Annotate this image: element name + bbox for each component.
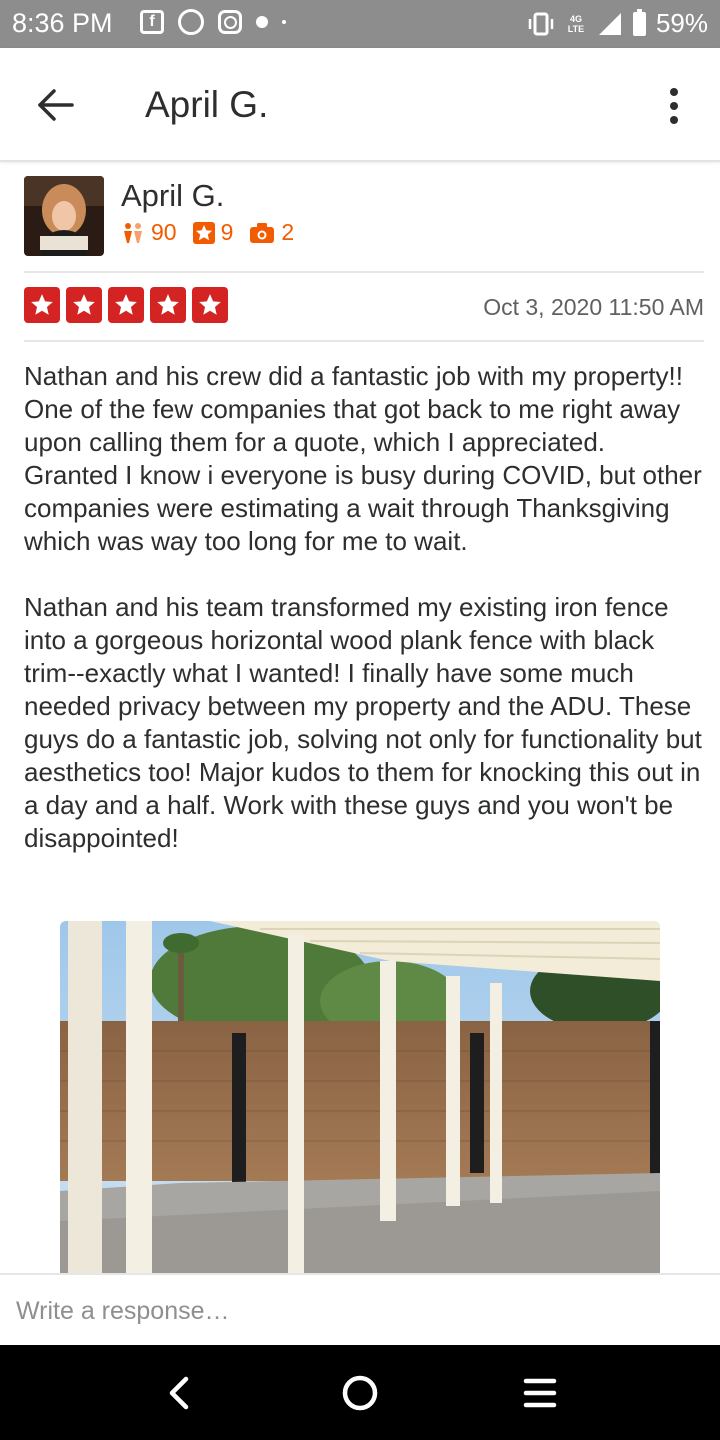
star-icon xyxy=(66,287,102,323)
status-bar: 8:36 PM f 4G LTE 59% xyxy=(0,0,720,48)
reviews-stat: 9 xyxy=(192,219,234,246)
review-photo[interactable] xyxy=(60,921,660,1273)
star-icon xyxy=(192,287,228,323)
instagram-icon xyxy=(218,10,242,34)
camera-icon xyxy=(250,222,275,243)
photos-count: 2 xyxy=(281,219,295,245)
facebook-icon: f xyxy=(140,10,164,34)
photos-stat: 2 xyxy=(249,219,294,246)
response-input[interactable] xyxy=(16,1293,696,1329)
battery-icon xyxy=(632,8,646,36)
review-star-icon xyxy=(192,221,215,244)
page-title: April G. xyxy=(145,84,269,125)
star-icon xyxy=(108,287,144,323)
response-bar xyxy=(0,1273,720,1347)
nav-menu-icon[interactable] xyxy=(516,1369,564,1417)
friends-count: 90 xyxy=(151,219,177,245)
star-icon xyxy=(150,287,186,323)
vibrate-icon xyxy=(528,12,554,35)
review-date: Oct 3, 2020 11:50 AM xyxy=(483,294,704,320)
network-label: 4G LTE xyxy=(567,13,585,34)
status-right: 4G LTE 59% xyxy=(527,8,708,39)
star-icon xyxy=(24,287,60,323)
back-arrow-icon[interactable] xyxy=(36,85,76,125)
nav-back-icon[interactable] xyxy=(156,1369,204,1417)
battery-percent: 59% xyxy=(655,8,708,38)
friends-icon xyxy=(124,222,142,243)
reviews-count: 9 xyxy=(220,219,234,245)
review-paragraph: Nathan and his crew did a fantastic job … xyxy=(24,361,702,556)
status-time: 8:36 PM xyxy=(12,8,113,38)
notification-small-dot-icon xyxy=(282,20,286,24)
friends-stat: 90 xyxy=(121,219,177,246)
notification-icons: f xyxy=(140,9,286,35)
system-nav-bar xyxy=(0,1345,720,1440)
review-paragraph: Nathan and his team transformed my exist… xyxy=(24,592,702,853)
star-rating xyxy=(24,287,228,323)
divider xyxy=(24,340,704,342)
avatar[interactable] xyxy=(24,176,104,256)
nav-home-icon[interactable] xyxy=(336,1369,384,1417)
whatsapp-icon xyxy=(178,9,204,35)
user-stats: 90 9 2 xyxy=(121,219,294,246)
notification-dot-icon xyxy=(256,16,268,28)
app-bar: April G. xyxy=(0,48,720,162)
more-options-icon[interactable] xyxy=(658,86,690,126)
signal-icon xyxy=(598,12,621,35)
user-name[interactable]: April G. xyxy=(121,178,224,214)
review-text: Nathan and his crew did a fantastic job … xyxy=(24,360,704,888)
divider xyxy=(24,271,704,273)
